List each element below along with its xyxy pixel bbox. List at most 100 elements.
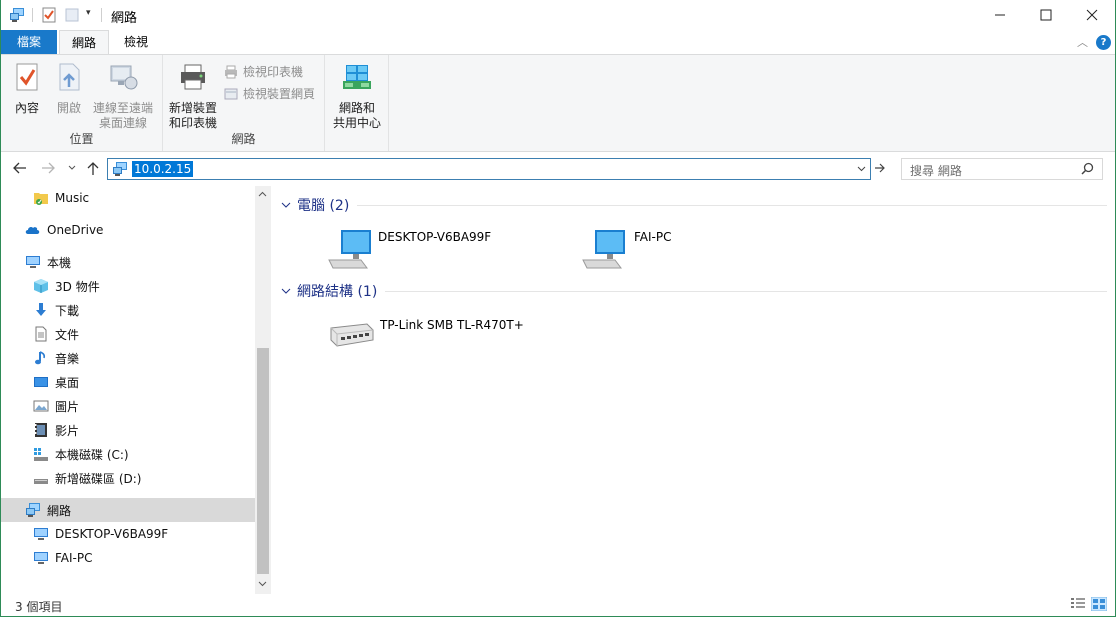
view-printers-button[interactable]: 檢視印表機: [223, 63, 303, 80]
new-folder-icon[interactable]: [64, 7, 80, 23]
scrollbar-thumb[interactable]: [257, 348, 269, 574]
sidebar-item-videos[interactable]: 影片: [1, 418, 255, 442]
item-label: TP-Link SMB TL-R470T+: [380, 318, 524, 332]
search-icon[interactable]: [1081, 162, 1094, 175]
open-button[interactable]: 開啟: [49, 61, 89, 116]
network-icon: [113, 162, 127, 176]
sidebar-item-pictures[interactable]: 圖片: [1, 394, 255, 418]
sidebar-item-onedrive[interactable]: OneDrive: [1, 218, 255, 242]
view-device-webpage-button[interactable]: 檢視裝置網頁: [223, 85, 315, 102]
minimize-button[interactable]: [977, 0, 1023, 30]
group-header-computers[interactable]: 電腦 (2): [281, 195, 349, 215]
large-icons-view-icon[interactable]: [1091, 597, 1107, 611]
add-devices-button[interactable]: 新增裝置 和印表機: [165, 61, 221, 131]
go-arrow-icon: [875, 163, 885, 173]
ribbon-group-center: 網路和 共用中心: [325, 55, 389, 151]
sidebar-item-label: OneDrive: [47, 223, 104, 237]
explorer-window: ▾ 網路 檔案 網路 檢視 ︿ ? 內容 開啟 連線至遠端 桌面連線 位置 新增…: [0, 0, 1116, 617]
status-bar: 3 個項目: [1, 594, 1115, 616]
search-box[interactable]: 搜尋 網路: [901, 158, 1103, 180]
go-button[interactable]: [874, 162, 886, 177]
open-icon: [59, 63, 80, 91]
content-item-fai-pc[interactable]: FAI-PC: [581, 230, 672, 270]
sidebar-item-label: 本機磁碟 (C:): [55, 447, 129, 462]
view-printers-label: 檢視印表機: [243, 65, 304, 79]
tab-view[interactable]: 檢視: [113, 30, 159, 54]
properties-button[interactable]: 內容: [7, 61, 47, 116]
details-view-icon[interactable]: [1070, 597, 1086, 611]
sidebar-item-music-folder[interactable]: Music: [1, 186, 255, 210]
ribbon: 內容 開啟 連線至遠端 桌面連線 位置 新增裝置 和印表機 檢視印表機 檢視裝置…: [1, 54, 1115, 152]
sidebar-item-music[interactable]: 音樂: [1, 346, 255, 370]
sidebar-item-local-disk-c[interactable]: 本機磁碟 (C:): [1, 442, 255, 466]
computer-icon: [582, 230, 625, 269]
sidebar-item-label: 文件: [55, 327, 80, 342]
group-header-network-infrastructure[interactable]: 網路結構 (1): [281, 281, 377, 301]
help-icon[interactable]: ?: [1096, 34, 1111, 50]
recent-locations-dropdown[interactable]: [68, 164, 76, 174]
back-button[interactable]: [13, 162, 27, 178]
downloads-icon: [36, 303, 46, 316]
close-button[interactable]: [1069, 0, 1115, 30]
customize-dropdown-icon[interactable]: ▾: [86, 8, 91, 18]
forward-arrow-icon: [42, 162, 55, 174]
forward-button[interactable]: [41, 162, 55, 178]
sidebar-scrollbar[interactable]: [255, 186, 271, 594]
network-center-button[interactable]: 網路和 共用中心: [327, 61, 387, 131]
router-icon: [330, 323, 374, 347]
sidebar-item-label: 下載: [55, 303, 80, 318]
up-button[interactable]: [87, 162, 99, 180]
sidebar-item-fai-pc[interactable]: FAI-PC: [1, 546, 255, 570]
collapse-ribbon-icon[interactable]: ︿: [1077, 34, 1088, 50]
address-path[interactable]: 10.0.2.15: [132, 161, 194, 177]
chevron-down-icon: [281, 285, 291, 298]
maximize-button[interactable]: [1023, 0, 1069, 30]
group-divider: [357, 205, 1107, 206]
tab-network[interactable]: 網路: [59, 30, 109, 55]
sidebar-item-label: 桌面: [55, 375, 80, 390]
sidebar-item-label: 本機: [47, 255, 72, 270]
sidebar-item-volume-d[interactable]: 新增磁碟區 (D:): [1, 466, 255, 490]
sidebar-item-network[interactable]: 網路: [1, 498, 255, 522]
properties-label: 內容: [14, 101, 39, 115]
network-icon: [26, 503, 40, 517]
address-dropdown[interactable]: [857, 162, 866, 175]
device-webpage-icon: [224, 88, 238, 99]
remote-desktop-button[interactable]: 連線至遠端 桌面連線: [89, 61, 157, 131]
remote-desktop-icon: [110, 65, 138, 90]
navigation-bar: 10.0.2.15 搜尋 網路: [1, 152, 1115, 186]
title-separator: [101, 8, 102, 22]
sidebar-item-3d-objects[interactable]: 3D 物件: [1, 274, 255, 298]
up-arrow-icon: [87, 162, 99, 175]
sidebar-item-this-pc[interactable]: 本機: [1, 250, 255, 274]
content-item-router[interactable]: TP-Link SMB TL-R470T+: [327, 318, 524, 350]
remote-desktop-label-1: 連線至遠端: [92, 101, 153, 115]
minimize-icon: [995, 14, 1005, 16]
sidebar-item-documents[interactable]: 文件: [1, 322, 255, 346]
sidebar-item-desktop-v6ba99f[interactable]: DESKTOP-V6BA99F: [1, 522, 255, 546]
properties-icon[interactable]: [41, 7, 57, 23]
computer-icon: [328, 230, 371, 269]
sidebar-item-downloads[interactable]: 下載: [1, 298, 255, 322]
content-item-desktop-v6ba99f[interactable]: DESKTOP-V6BA99F: [327, 230, 491, 270]
sidebar-item-label: DESKTOP-V6BA99F: [55, 527, 169, 541]
scroll-up-icon[interactable]: [258, 190, 267, 200]
address-bar[interactable]: 10.0.2.15: [107, 158, 871, 180]
documents-icon: [35, 326, 47, 342]
network-center-label-1: 網路和: [338, 101, 375, 115]
sidebar-item-label: FAI-PC: [55, 551, 93, 565]
back-arrow-icon: [13, 162, 26, 174]
chevron-down-icon: [281, 199, 291, 212]
music-folder-icon: [34, 193, 48, 205]
sidebar-item-desktop[interactable]: 桌面: [1, 370, 255, 394]
3d-objects-icon: [34, 279, 48, 293]
scroll-down-icon[interactable]: [258, 580, 267, 590]
sidebar-item-label: 網路: [47, 503, 72, 518]
network-center-label-2: 共用中心: [332, 116, 381, 130]
group-title: 網路結構 (1): [297, 284, 378, 300]
ribbon-tabs: 檔案 網路 檢視 ︿ ?: [1, 30, 1115, 55]
help-area: ︿ ?: [1077, 34, 1111, 50]
tab-file[interactable]: 檔案: [1, 30, 57, 54]
search-placeholder: 搜尋 網路: [910, 164, 962, 178]
maximize-icon: [1040, 9, 1052, 21]
